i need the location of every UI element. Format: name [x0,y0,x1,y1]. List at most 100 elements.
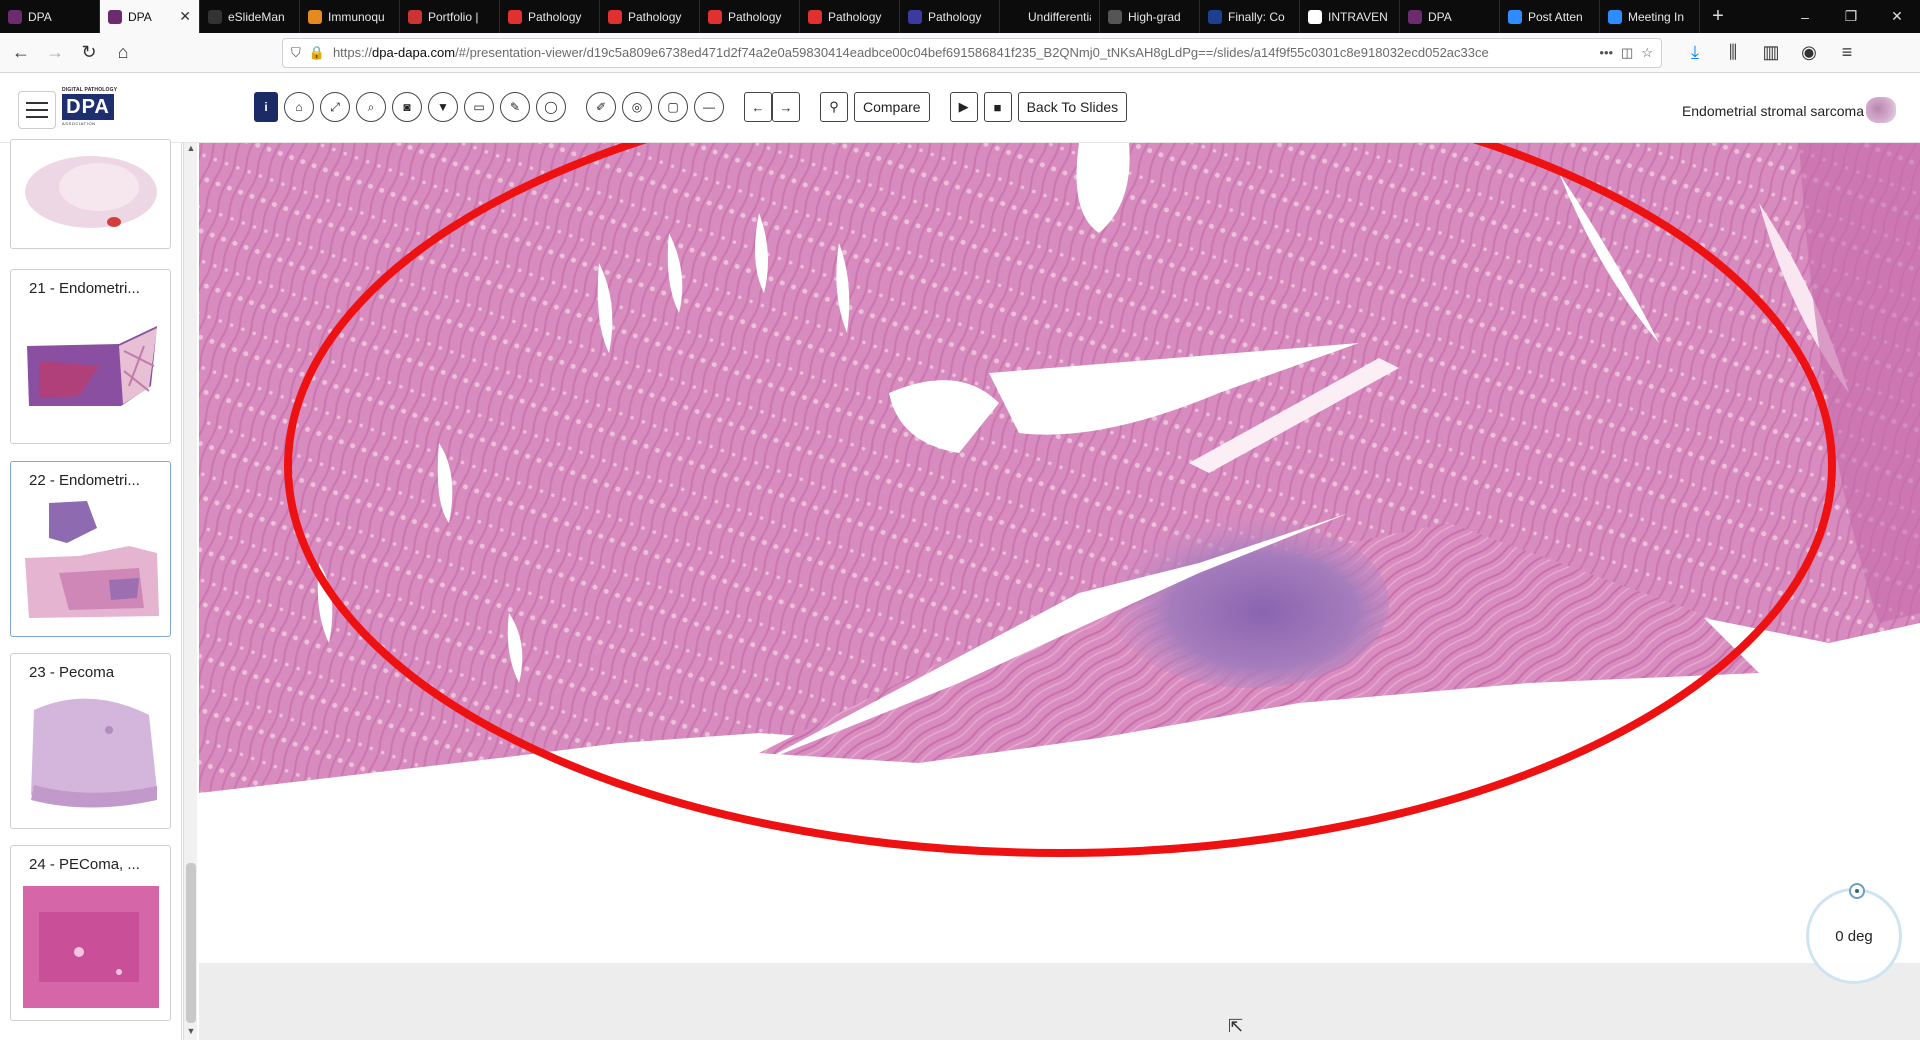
tab-title: Meeting In [1628,9,1685,24]
restore-button[interactable]: ❐ [1828,0,1874,33]
info-button[interactable]: i [254,92,278,122]
attachment-button[interactable]: ⚲ [820,92,848,122]
tab-favicon-icon [1508,9,1522,24]
slide-thumbnail [19,882,162,1012]
sidebar-toggle-icon[interactable]: ▥ [1756,38,1786,68]
prev-slide-button[interactable]: ← [744,92,772,122]
sidebar-scrollbar[interactable]: ▲ ▼ [183,143,197,1040]
tissue-image [199,143,1920,1040]
stop-button[interactable]: ■ [983,92,1012,122]
compare-button[interactable]: Compare [854,92,930,122]
browser-tab[interactable]: DPA [0,0,100,33]
close-tab-icon[interactable]: ✕ [179,8,191,25]
slide-viewer-canvas[interactable]: 0 deg ⇱ [199,143,1920,1040]
menu-icon[interactable]: ≡ [1832,38,1862,68]
bookmark-star-icon[interactable]: ☆ [1641,45,1653,61]
back-to-slides-button[interactable]: Back To Slides [1017,92,1128,122]
minimize-button[interactable]: – [1782,0,1828,33]
tab-favicon-icon [508,9,522,24]
browser-tab[interactable]: INTRAVEN [1300,0,1400,33]
url-bar[interactable]: ⛉ 🔒 https://dpa-dapa.com/#/presentation-… [282,37,1662,68]
tab-title: Pathology [928,9,982,24]
browser-tab[interactable]: eSlideMan [200,0,300,33]
browser-tab[interactable]: High-grad [1100,0,1200,33]
camera-button[interactable]: ◙ [392,92,422,122]
library-icon[interactable]: ⫼ [1718,38,1748,68]
next-slide-button[interactable]: → [772,92,800,122]
tab-favicon-icon [1108,9,1122,24]
scrollbar-thumb[interactable] [186,863,196,1023]
browser-tab[interactable]: DPA ✕ [100,0,200,33]
download-icon[interactable]: ⤓ [1680,38,1710,68]
close-window-button[interactable]: ✕ [1874,0,1920,33]
tab-favicon-icon [908,9,922,24]
browser-tab[interactable]: Pathology [600,0,700,33]
tab-title: DPA [1428,9,1452,24]
target-button[interactable]: ◎ [622,92,652,122]
fullscreen-button[interactable]: ⤢ [320,92,350,122]
lock-icon[interactable]: 🔒 [309,45,325,61]
browser-tab[interactable]: Immunoqu [300,0,400,33]
tab-title: Portfolio | [428,9,479,24]
account-icon[interactable]: ◉ [1794,38,1824,68]
slide-thumbnail-icon [1866,97,1896,123]
viewer-toolbar: i ⌂ ⤢ ⌕ ◙ ▼ ▭ ✎ ◯ ✐ ◎ ▢ — ← → ⚲ Compare … [254,92,1128,122]
slide-card-23[interactable]: 23 - Pecoma [10,653,171,829]
slide-sidebar: 21 - Endometri... 22 - Endometri... 23 -… [0,139,182,1040]
zoom-button[interactable]: ⌕ [356,92,386,122]
browser-tab[interactable]: DPA [1400,0,1500,33]
tab-title: Post Atten [1528,9,1583,24]
pen-button[interactable]: ✎ [500,92,530,122]
display-button[interactable]: ▭ [464,92,494,122]
line-button[interactable]: — [694,92,724,122]
slide-card-24[interactable]: 24 - PEComa, ... [10,845,171,1021]
slide-thumbnail [19,142,162,242]
pocket-icon[interactable]: ◫ [1621,45,1633,61]
forward-icon[interactable]: → [40,38,70,68]
slide-thumbnail [19,498,162,628]
slide-card-20[interactable] [10,139,171,249]
new-tab-button[interactable]: + [1700,0,1736,33]
slide-card-label: 23 - Pecoma [29,663,115,681]
tab-favicon-icon [1208,9,1222,24]
square-button[interactable]: ▢ [658,92,688,122]
browser-tab[interactable]: Meeting In [1600,0,1700,33]
browser-tab[interactable]: Pathology [500,0,600,33]
tab-favicon-icon [408,9,422,24]
browser-tab[interactable]: Finally: Co [1200,0,1300,33]
logo-main-text: DPA [62,94,114,120]
slide-card-22[interactable]: 22 - Endometri... [10,461,171,637]
browser-tab-strip: DPA DPA ✕ eSlideMan Immunoqu Portfolio | Patho… [0,0,1920,33]
home-view-button[interactable]: ⌂ [284,92,314,122]
scroll-up-arrow-icon[interactable]: ▲ [184,143,198,157]
shield-icon[interactable]: ⛉ [291,45,301,61]
video-button[interactable]: ▶ [949,92,978,122]
tab-list: DPA DPA ✕ eSlideMan Immunoqu Portfolio | Patho… [0,0,1700,33]
browser-tab[interactable]: Post Atten [1500,0,1600,33]
page-actions-icon[interactable]: ••• [1599,45,1613,60]
home-icon[interactable]: ⌂ [108,38,138,68]
reload-icon[interactable]: ↻ [74,38,104,68]
filter-button[interactable]: ▼ [428,92,458,122]
scroll-down-arrow-icon[interactable]: ▼ [184,1026,198,1040]
dpa-logo[interactable]: DIGITAL PATHOLOGY DPA ASSOCIATION [62,87,118,129]
back-icon[interactable]: ← [6,38,36,68]
rotation-control[interactable]: 0 deg [1806,883,1902,984]
lasso-button[interactable]: ◯ [536,92,566,122]
logo-sub-text: ASSOCIATION [62,121,96,126]
browser-tab[interactable]: Pathology [800,0,900,33]
tab-favicon-icon [8,9,22,24]
rotation-knob[interactable] [1849,883,1865,899]
tab-title: Pathology [628,9,682,24]
url-text: https://dpa-dapa.com/#/presentation-view… [332,45,1489,60]
browser-tab[interactable]: Portfolio | [400,0,500,33]
window-controls: – ❐ ✕ [1782,0,1920,33]
hamburger-menu-button[interactable] [18,91,56,129]
freehand-button[interactable]: ✐ [586,92,616,122]
logo-top-text: DIGITAL PATHOLOGY [62,87,118,93]
slide-card-21[interactable]: 21 - Endometri... [10,269,171,444]
browser-tab[interactable]: Pathology [900,0,1000,33]
tab-favicon-icon [1308,9,1322,24]
browser-tab[interactable]: Pathology [700,0,800,33]
browser-tab[interactable]: Undifferentiate [1000,0,1100,33]
